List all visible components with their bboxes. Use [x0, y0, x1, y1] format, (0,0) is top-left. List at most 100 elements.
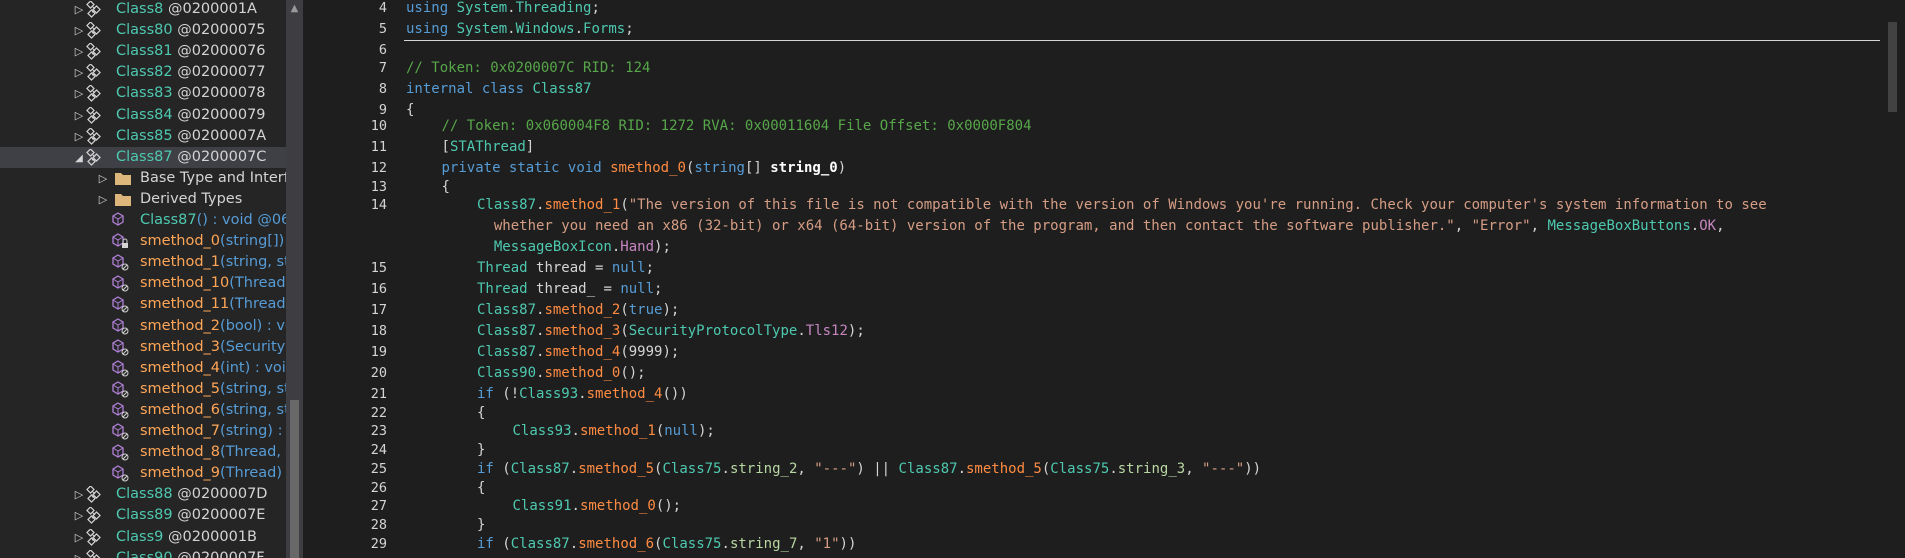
code-token: . — [507, 21, 516, 37]
code-line[interactable]: Class87.smethod_1("The version of this f… — [477, 197, 1767, 213]
expand-arrow-icon[interactable] — [96, 168, 110, 189]
tree-item-name: Class89 — [116, 507, 173, 524]
tree-member-row[interactable]: smethod_10(Thread) : — [0, 273, 286, 294]
expand-arrow-icon[interactable] — [96, 189, 110, 210]
code-line[interactable]: Thread thread_ = null; — [477, 281, 662, 297]
scroll-up-arrow-icon[interactable]: ▲ — [286, 0, 303, 17]
code-line[interactable]: { — [442, 179, 450, 195]
code-line[interactable]: } — [477, 442, 485, 458]
editor-scrollbar[interactable] — [1883, 0, 1905, 558]
code-line[interactable]: if (!Class93.smethod_4()) — [477, 386, 688, 402]
code-line[interactable]: Class93.smethod_1(null); — [513, 423, 715, 439]
tree-class-row[interactable]: Class81 @02000076 — [0, 41, 286, 62]
expand-arrow-icon[interactable] — [72, 83, 86, 104]
tree-member-row[interactable]: smethod_2(bool) : voi — [0, 316, 286, 337]
code-token: . — [569, 461, 579, 477]
code-line[interactable]: Class87.smethod_4(9999); — [477, 344, 679, 360]
code-line[interactable]: if (Class87.smethod_6(Class75.string_7, … — [477, 536, 856, 552]
code-line[interactable]: Thread thread = null; — [477, 260, 654, 276]
code-line[interactable]: [STAThread] — [442, 139, 535, 155]
code-token: using — [406, 21, 457, 37]
tree-class-row[interactable]: Class90 @0200007F — [0, 548, 286, 558]
code-token: Class87 — [898, 461, 958, 477]
expand-arrow-icon[interactable] — [72, 126, 86, 147]
code-line[interactable]: if (Class87.smethod_5(Class75.string_2, … — [477, 461, 1261, 477]
tree-member-row[interactable]: Class87() : void @0600 — [0, 210, 286, 231]
tree-item-label: Class87 @0200007C — [116, 147, 266, 168]
tree-item-name: smethod_11 — [140, 296, 230, 313]
code-line[interactable]: whether you need an x86 (32-bit) or x64 … — [477, 218, 1725, 234]
tree-class-row[interactable]: Class85 @0200007A — [0, 126, 286, 147]
tree-member-row[interactable]: smethod_0(string[]) : v — [0, 231, 286, 252]
tree-class-row[interactable]: Class88 @0200007D — [0, 484, 286, 505]
expand-arrow-icon[interactable] — [72, 105, 86, 126]
tree-scrollbar-thumb[interactable] — [290, 400, 299, 558]
tree-member-row[interactable]: smethod_7(string) : vo — [0, 421, 286, 442]
tree-member-row[interactable]: smethod_6(string, strin — [0, 400, 286, 421]
code-line[interactable]: { — [477, 405, 485, 421]
code-editor[interactable]: 4 5 6 7 8 9 10 11 12 13 14 15 16 17 18 19 20 21 22 23 24 25 26… — [337, 0, 1883, 558]
code-line[interactable]: Class90.smethod_0(); — [477, 365, 646, 381]
tree-member-row[interactable]: smethod_9(Thread) : v — [0, 463, 286, 484]
code-line[interactable]: // Token: 0x060004F8 RID: 1272 RVA: 0x00… — [442, 118, 1032, 134]
code-line[interactable]: using System.Threading; — [406, 0, 600, 16]
tree-class-row[interactable]: Class87 @0200007C — [0, 146, 286, 168]
line-number: 25 — [370, 461, 387, 477]
tree-member-row[interactable]: smethod_11(Thread) : — [0, 294, 286, 315]
code-line[interactable]: } — [477, 517, 485, 533]
code-token: { — [477, 480, 486, 496]
tree-folder-row[interactable]: Base Type and Interfac — [0, 168, 286, 189]
class-icon — [86, 527, 104, 546]
code-token: , — [797, 461, 815, 477]
method-icon — [112, 423, 130, 440]
code-line[interactable]: { — [477, 480, 485, 496]
expand-arrow-icon[interactable] — [72, 0, 86, 20]
expand-arrow-icon[interactable] — [72, 505, 86, 526]
code-line[interactable]: { — [406, 102, 414, 118]
tree-class-row[interactable]: Class9 @0200001B — [0, 527, 286, 548]
tree-item-label: Class82 @02000077 — [116, 62, 266, 83]
tree-item-name: Class85 — [116, 127, 173, 144]
tree-member-row[interactable]: smethod_1(string, strin — [0, 252, 286, 273]
code-token: private static void — [441, 160, 611, 176]
code-line[interactable]: Class87.smethod_3(SecurityProtocolType.T… — [477, 323, 865, 339]
class-icon — [86, 63, 104, 82]
code-line[interactable]: private static void smethod_0(string[] s… — [442, 160, 847, 176]
expand-arrow-icon[interactable] — [72, 41, 86, 62]
tree-class-row[interactable]: Class83 @02000078 — [0, 83, 286, 104]
code-token: )) — [1244, 461, 1262, 477]
code-line[interactable]: MessageBoxIcon.Hand); — [477, 239, 671, 255]
tree-class-row[interactable]: Class89 @0200007E — [0, 505, 286, 526]
code-line[interactable]: // Token: 0x0200007C RID: 124 — [406, 60, 650, 76]
code-line[interactable]: internal class Class87 — [406, 81, 591, 97]
code-token: internal class — [406, 81, 533, 97]
tree-member-row[interactable]: smethod_4(int) : void @ — [0, 358, 286, 379]
code-line[interactable]: Class91.smethod_0(); — [513, 498, 682, 514]
code-token: string_7 — [729, 536, 798, 552]
code-token: . — [507, 0, 516, 16]
tree-scrollbar[interactable]: ▲ — [286, 0, 303, 558]
expand-arrow-icon[interactable] — [72, 484, 86, 505]
class-icon — [86, 105, 104, 124]
tree-class-row[interactable]: Class8 @0200001A — [0, 0, 286, 20]
tree-member-row[interactable]: smethod_8(Thread, Ap — [0, 442, 286, 463]
editor-scrollbar-thumb[interactable] — [1888, 22, 1897, 112]
code-line[interactable]: Class87.smethod_2(true); — [477, 302, 679, 318]
collapse-arrow-icon[interactable] — [72, 147, 86, 168]
tree-class-row[interactable]: Class80 @02000075 — [0, 20, 286, 41]
expand-arrow-icon[interactable] — [72, 62, 86, 83]
tree-folder-row[interactable]: Derived Types — [0, 189, 286, 210]
line-number: 29 — [370, 536, 387, 552]
class-icon — [86, 84, 104, 103]
tree-member-row[interactable]: smethod_5(string, strin — [0, 379, 286, 400]
expand-arrow-icon[interactable] — [72, 20, 86, 41]
expand-arrow-icon[interactable] — [72, 548, 86, 558]
tree-class-row[interactable]: Class84 @02000079 — [0, 105, 286, 126]
code-line[interactable]: using System.Windows.Forms; — [406, 21, 634, 37]
tree-class-row[interactable]: Class82 @02000077 — [0, 62, 286, 83]
expand-arrow-icon[interactable] — [72, 527, 86, 548]
code-text-area[interactable]: using System.Threading; using System.Wind… — [406, 0, 1883, 558]
code-token: "---" — [1202, 461, 1245, 477]
code-token: . — [571, 498, 580, 514]
tree-member-row[interactable]: smethod_3(SecurityPro — [0, 337, 286, 358]
